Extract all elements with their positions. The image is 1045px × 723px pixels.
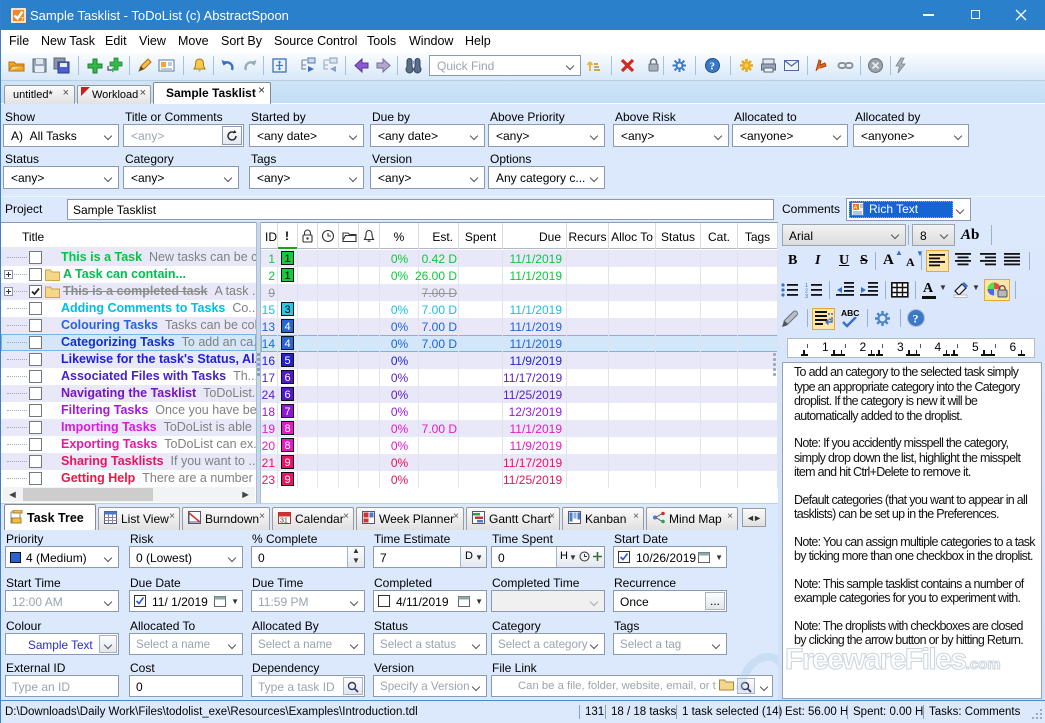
svg-text:31: 31 (280, 518, 288, 525)
svg-text:?: ? (913, 312, 919, 326)
svg-text:3: 3 (805, 294, 808, 298)
svg-text:A: A (854, 206, 858, 212)
svg-text:?: ? (710, 61, 716, 73)
svg-text:7: 7 (20, 16, 24, 23)
